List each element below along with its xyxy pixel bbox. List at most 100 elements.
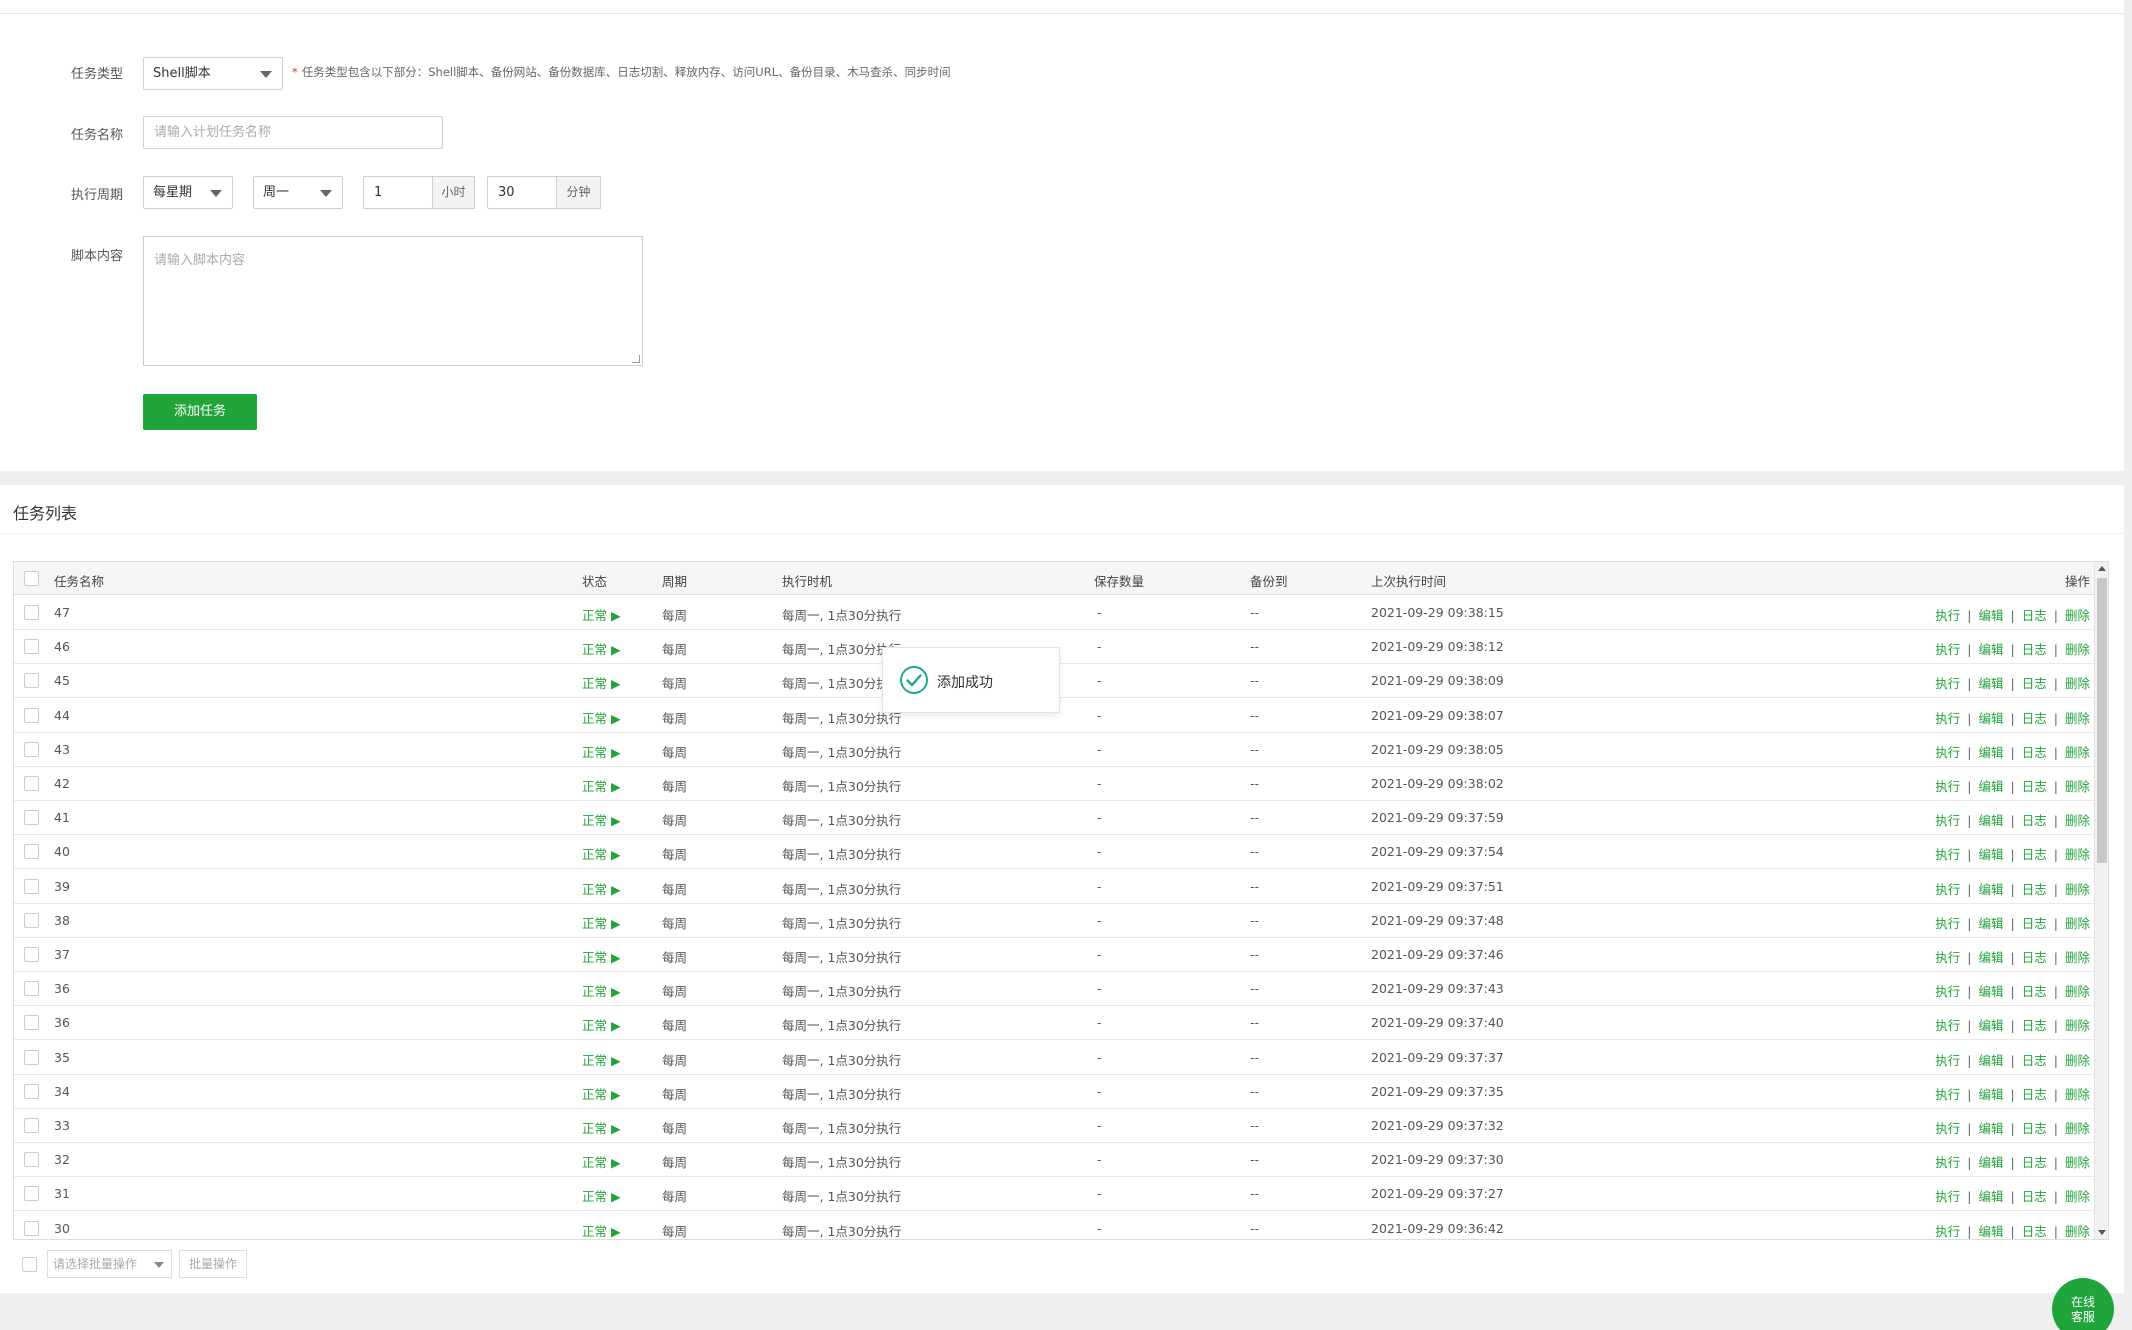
row-checkbox[interactable] bbox=[24, 741, 39, 757]
log-link[interactable]: 日志 bbox=[2022, 711, 2047, 726]
run-link[interactable]: 执行 bbox=[1935, 745, 1960, 760]
edit-link[interactable]: 编辑 bbox=[1979, 1224, 2004, 1239]
log-link[interactable]: 日志 bbox=[2022, 1155, 2047, 1170]
log-link[interactable]: 日志 bbox=[2022, 1121, 2047, 1136]
row-checkbox[interactable] bbox=[24, 912, 39, 928]
resize-handle-icon[interactable] bbox=[632, 355, 640, 363]
minute-input[interactable]: 30 bbox=[487, 176, 557, 209]
batch-operation-button[interactable]: 批量操作 bbox=[179, 1250, 247, 1278]
status-badge[interactable]: 正常 ▶ bbox=[582, 1050, 621, 1069]
run-link[interactable]: 执行 bbox=[1935, 813, 1960, 828]
log-link[interactable]: 日志 bbox=[2022, 1189, 2047, 1204]
delete-link[interactable]: 删除 bbox=[2065, 813, 2090, 828]
row-checkbox[interactable] bbox=[24, 776, 39, 791]
delete-link[interactable]: 删除 bbox=[2065, 1224, 2090, 1239]
log-link[interactable]: 日志 bbox=[2022, 984, 2047, 999]
task-name-input[interactable]: 请输入计划任务名称 bbox=[143, 116, 443, 149]
add-task-button[interactable]: 添加任务 bbox=[143, 394, 257, 430]
log-link[interactable]: 日志 bbox=[2022, 882, 2047, 897]
batch-operation-select[interactable]: 请选择批量操作 bbox=[47, 1250, 172, 1278]
status-badge[interactable]: 正常 ▶ bbox=[582, 742, 621, 761]
scroll-down-icon[interactable] bbox=[2098, 1230, 2106, 1235]
delete-link[interactable]: 删除 bbox=[2065, 608, 2090, 623]
edit-link[interactable]: 编辑 bbox=[1979, 813, 2004, 828]
period-select[interactable]: 每星期 bbox=[143, 176, 233, 209]
delete-link[interactable]: 删除 bbox=[2065, 745, 2090, 760]
status-badge[interactable]: 正常 ▶ bbox=[582, 913, 621, 932]
edit-link[interactable]: 编辑 bbox=[1979, 1121, 2004, 1136]
run-link[interactable]: 执行 bbox=[1935, 1121, 1960, 1136]
table-scrollbar[interactable] bbox=[2094, 562, 2108, 1239]
log-link[interactable]: 日志 bbox=[2022, 676, 2047, 691]
run-link[interactable]: 执行 bbox=[1935, 1155, 1960, 1170]
delete-link[interactable]: 删除 bbox=[2065, 676, 2090, 691]
run-link[interactable]: 执行 bbox=[1935, 1018, 1960, 1033]
status-badge[interactable]: 正常 ▶ bbox=[582, 673, 621, 692]
log-link[interactable]: 日志 bbox=[2022, 1224, 2047, 1239]
edit-link[interactable]: 编辑 bbox=[1979, 711, 2004, 726]
delete-link[interactable]: 删除 bbox=[2065, 779, 2090, 794]
log-link[interactable]: 日志 bbox=[2022, 1018, 2047, 1033]
log-link[interactable]: 日志 bbox=[2022, 950, 2047, 965]
row-checkbox[interactable] bbox=[24, 1083, 39, 1099]
delete-link[interactable]: 删除 bbox=[2065, 1053, 2090, 1068]
status-badge[interactable]: 正常 ▶ bbox=[582, 1084, 621, 1103]
edit-link[interactable]: 编辑 bbox=[1979, 882, 2004, 897]
row-checkbox[interactable] bbox=[24, 1152, 39, 1168]
bottom-select-all-checkbox[interactable] bbox=[22, 1257, 37, 1272]
edit-link[interactable]: 编辑 bbox=[1979, 608, 2004, 623]
run-link[interactable]: 执行 bbox=[1935, 847, 1960, 862]
log-link[interactable]: 日志 bbox=[2022, 916, 2047, 931]
row-checkbox[interactable] bbox=[24, 707, 39, 723]
log-link[interactable]: 日志 bbox=[2022, 745, 2047, 760]
status-badge[interactable]: 正常 ▶ bbox=[582, 844, 621, 863]
run-link[interactable]: 执行 bbox=[1935, 1087, 1960, 1102]
log-link[interactable]: 日志 bbox=[2022, 608, 2047, 623]
edit-link[interactable]: 编辑 bbox=[1979, 1053, 2004, 1068]
delete-link[interactable]: 删除 bbox=[2065, 642, 2090, 657]
delete-link[interactable]: 删除 bbox=[2065, 711, 2090, 726]
run-link[interactable]: 执行 bbox=[1935, 1053, 1960, 1068]
scrollbar-thumb[interactable] bbox=[2097, 578, 2107, 863]
status-badge[interactable]: 正常 ▶ bbox=[582, 879, 621, 898]
run-link[interactable]: 执行 bbox=[1935, 608, 1960, 623]
status-badge[interactable]: 正常 ▶ bbox=[582, 810, 621, 829]
run-link[interactable]: 执行 bbox=[1935, 1224, 1960, 1239]
edit-link[interactable]: 编辑 bbox=[1979, 916, 2004, 931]
status-badge[interactable]: 正常 ▶ bbox=[582, 947, 621, 966]
status-badge[interactable]: 正常 ▶ bbox=[582, 639, 621, 658]
run-link[interactable]: 执行 bbox=[1935, 676, 1960, 691]
row-checkbox[interactable] bbox=[24, 1186, 39, 1202]
log-link[interactable]: 日志 bbox=[2022, 779, 2047, 794]
log-link[interactable]: 日志 bbox=[2022, 642, 2047, 657]
row-checkbox[interactable] bbox=[24, 981, 39, 997]
weekday-select[interactable]: 周一 bbox=[253, 176, 343, 209]
run-link[interactable]: 执行 bbox=[1935, 711, 1960, 726]
row-checkbox[interactable] bbox=[24, 878, 39, 894]
log-link[interactable]: 日志 bbox=[2022, 847, 2047, 862]
log-link[interactable]: 日志 bbox=[2022, 1053, 2047, 1068]
edit-link[interactable]: 编辑 bbox=[1979, 1155, 2004, 1170]
delete-link[interactable]: 删除 bbox=[2065, 984, 2090, 999]
edit-link[interactable]: 编辑 bbox=[1979, 1087, 2004, 1102]
delete-link[interactable]: 删除 bbox=[2065, 1087, 2090, 1102]
row-checkbox[interactable] bbox=[24, 810, 39, 826]
hour-input[interactable]: 1 bbox=[363, 176, 433, 209]
delete-link[interactable]: 删除 bbox=[2065, 916, 2090, 931]
delete-link[interactable]: 删除 bbox=[2065, 847, 2090, 862]
delete-link[interactable]: 删除 bbox=[2065, 1018, 2090, 1033]
edit-link[interactable]: 编辑 bbox=[1979, 642, 2004, 657]
status-badge[interactable]: 正常 ▶ bbox=[582, 1118, 621, 1137]
log-link[interactable]: 日志 bbox=[2022, 1087, 2047, 1102]
edit-link[interactable]: 编辑 bbox=[1979, 950, 2004, 965]
edit-link[interactable]: 编辑 bbox=[1979, 984, 2004, 999]
row-checkbox[interactable] bbox=[24, 1220, 39, 1236]
delete-link[interactable]: 删除 bbox=[2065, 1121, 2090, 1136]
status-badge[interactable]: 正常 ▶ bbox=[582, 605, 621, 624]
run-link[interactable]: 执行 bbox=[1935, 1189, 1960, 1204]
task-type-select[interactable]: Shell脚本 bbox=[143, 57, 283, 90]
row-checkbox[interactable] bbox=[24, 1118, 39, 1133]
edit-link[interactable]: 编辑 bbox=[1979, 676, 2004, 691]
status-badge[interactable]: 正常 ▶ bbox=[582, 1015, 621, 1034]
delete-link[interactable]: 删除 bbox=[2065, 1155, 2090, 1170]
